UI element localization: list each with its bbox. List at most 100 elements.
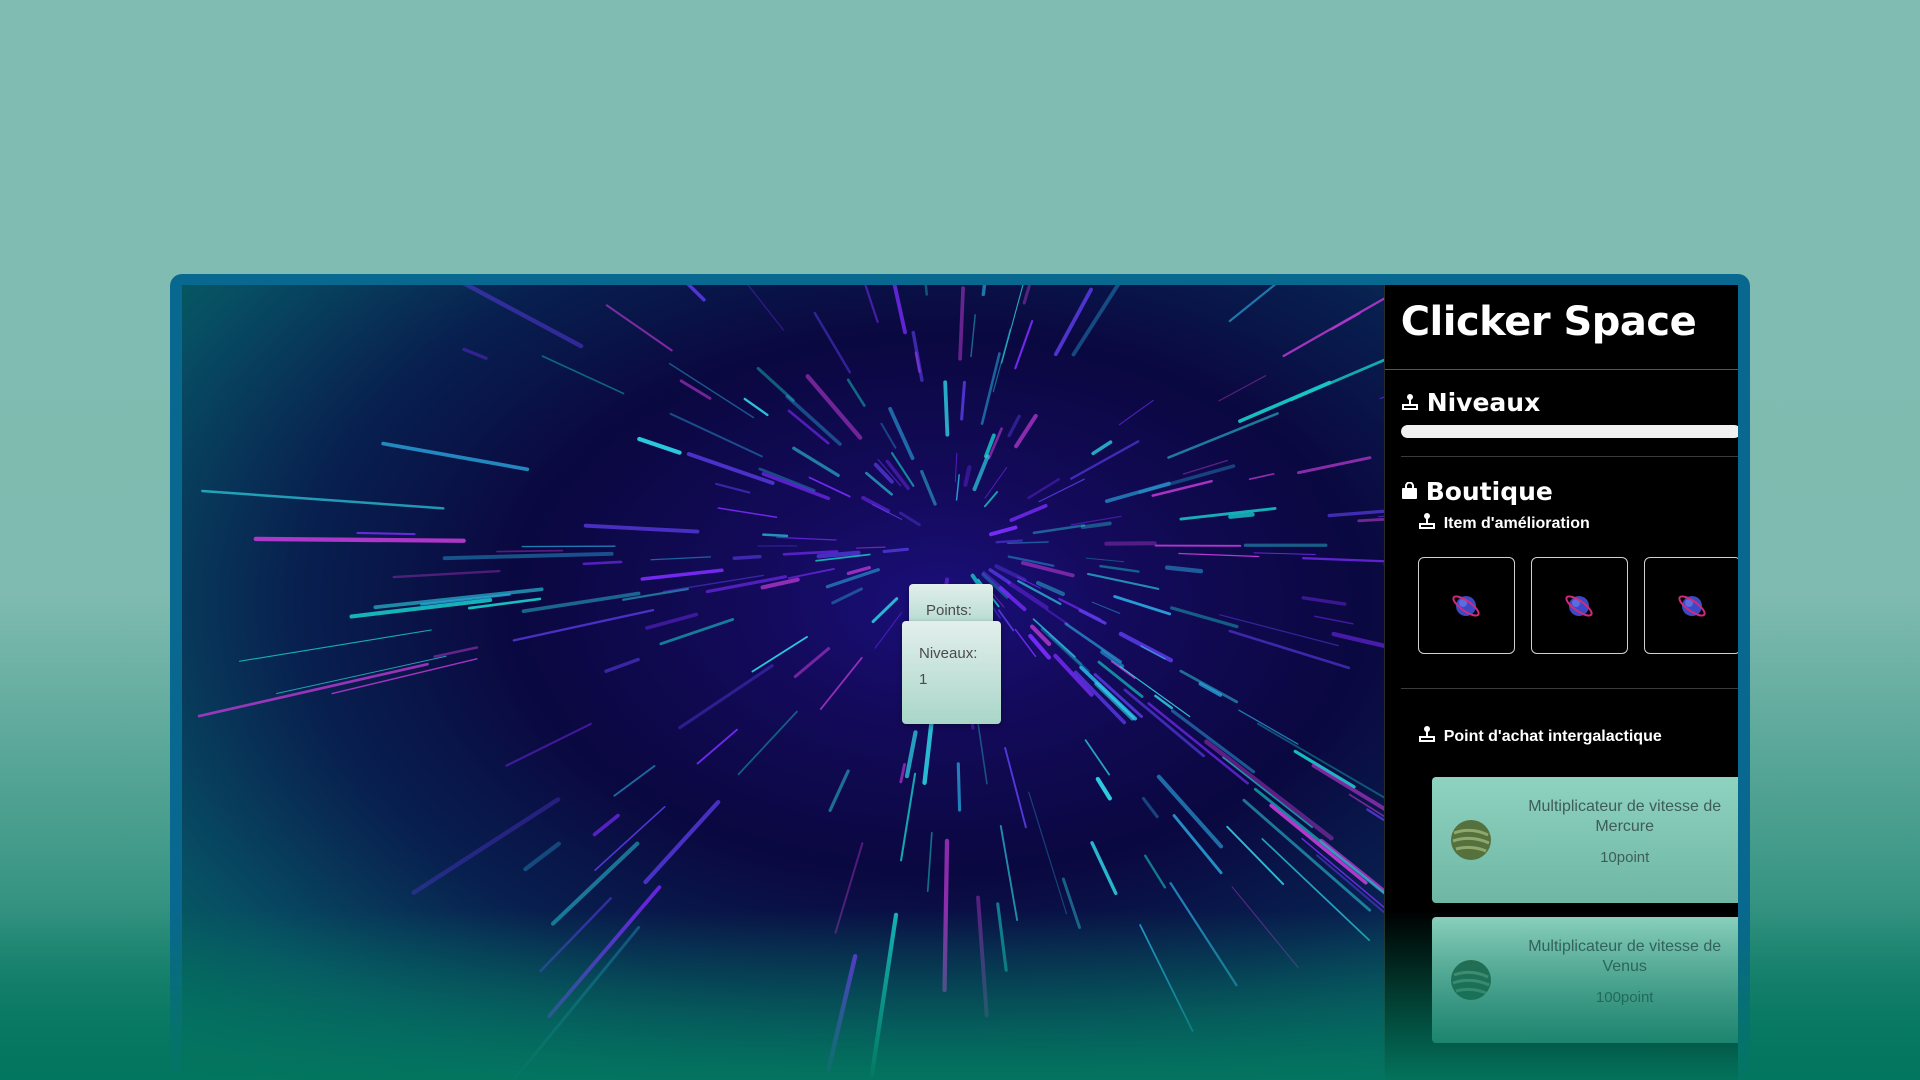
star-streak [1139,924,1194,1032]
star-streak [1091,440,1113,456]
star-streak [1001,285,1024,364]
level-progress-fill [1400,425,1738,438]
star-streak [539,897,612,973]
star-streak [1147,702,1249,785]
star-streak [640,568,724,581]
star-streak [983,491,999,508]
levels-heading-label: Niveaux [1426,388,1541,417]
star-streak [900,772,917,862]
star-streak [1238,709,1299,745]
star-streak [1099,564,1140,573]
star-streak [1167,412,1279,459]
star-streak [999,824,1019,921]
star-streak [669,412,763,458]
star-streak [980,352,1001,425]
star-streak [1331,631,1384,648]
star-streak [239,629,432,662]
star-streak [776,536,837,541]
upgrade-item[interactable] [1530,557,1628,654]
star-streak [819,656,863,710]
star-streak [1090,841,1118,896]
star-streak [1293,749,1356,789]
star-streak [1248,473,1275,481]
levels-heading: Niveaux [1385,388,1738,417]
star-streak [871,503,903,520]
star-streak [1140,645,1166,660]
star-streak [1078,608,1107,625]
star-streak [462,347,488,360]
shop-card-mercury[interactable]: Multiplicateur de vitesse de Mercure 10p… [1431,777,1738,903]
star-streak [1178,552,1260,558]
star-streak [1141,796,1159,819]
star-streak [942,838,950,993]
star-streak [197,662,429,718]
star-streak [442,551,614,561]
star-streak [253,536,466,543]
star-streak [1164,565,1204,574]
star-streak [1046,608,1069,626]
star-streak [976,895,989,1018]
star-streak [613,765,656,797]
level-value: 1 [919,671,928,688]
star-streak [637,436,682,455]
star-streak [411,797,561,895]
star-streak [650,556,712,561]
star-streak [963,465,972,487]
star-streak [955,474,960,501]
star-streak [1038,478,1085,503]
star-streak [276,655,447,695]
star-streak [924,285,929,296]
star-streak [1172,814,1223,875]
star-streak [1071,285,1121,357]
star-streak [864,285,879,323]
upgrade-items-heading: Item d'amélioration [1385,512,1738,535]
upgrade-item[interactable] [1643,557,1738,654]
star-streak [904,730,918,779]
star-streak [1007,414,1021,438]
star-streak [1219,614,1339,647]
star-streak [1198,682,1223,697]
star-streak [645,612,699,630]
star-streak [583,523,700,534]
star-streak [582,560,623,566]
joystick-icon [1418,725,1436,748]
star-streak [1253,552,1316,555]
star-streak [1228,285,1277,323]
star-streak [861,495,891,514]
intergalactic-heading: Point d'achat intergalactique [1385,725,1738,748]
star-streak [1123,688,1205,758]
upgrade-item[interactable] [1417,557,1515,654]
star-streak [550,841,640,926]
star-streak [1269,803,1368,885]
star-streak [462,285,584,349]
star-streak [1080,521,1112,530]
star-streak [1222,756,1313,829]
star-streak [892,285,907,335]
warp-background [197,285,1384,1080]
star-streak [960,380,966,421]
star-streak [511,925,641,1080]
star-streak [1022,285,1032,305]
star-streak [1179,507,1277,521]
star-streak [943,380,950,437]
star-streak [793,647,831,679]
star-streak [911,330,924,382]
app-content: Points: Niveaux: 1 Clicker Space Niveaux [182,285,1738,1080]
star-streak [747,285,784,331]
star-streak [496,549,564,553]
star-streak [956,762,962,812]
star-streak [512,608,655,642]
star-streak [1009,503,1048,523]
star-streak [1366,808,1384,822]
star-streak [954,452,958,483]
star-streak [1053,653,1094,697]
star-streak [1218,375,1267,402]
level-label: Niveaux: [919,645,978,662]
star-streak [668,362,755,419]
shop-card-venus[interactable]: Multiplicateur de vitesse de Venus 100po… [1431,917,1738,1043]
space-click-area[interactable]: Points: Niveaux: 1 [182,285,1384,1080]
star-streak [995,539,1023,544]
star-streak [880,422,897,449]
star-streak [751,635,808,673]
star-streak [1032,524,1086,535]
